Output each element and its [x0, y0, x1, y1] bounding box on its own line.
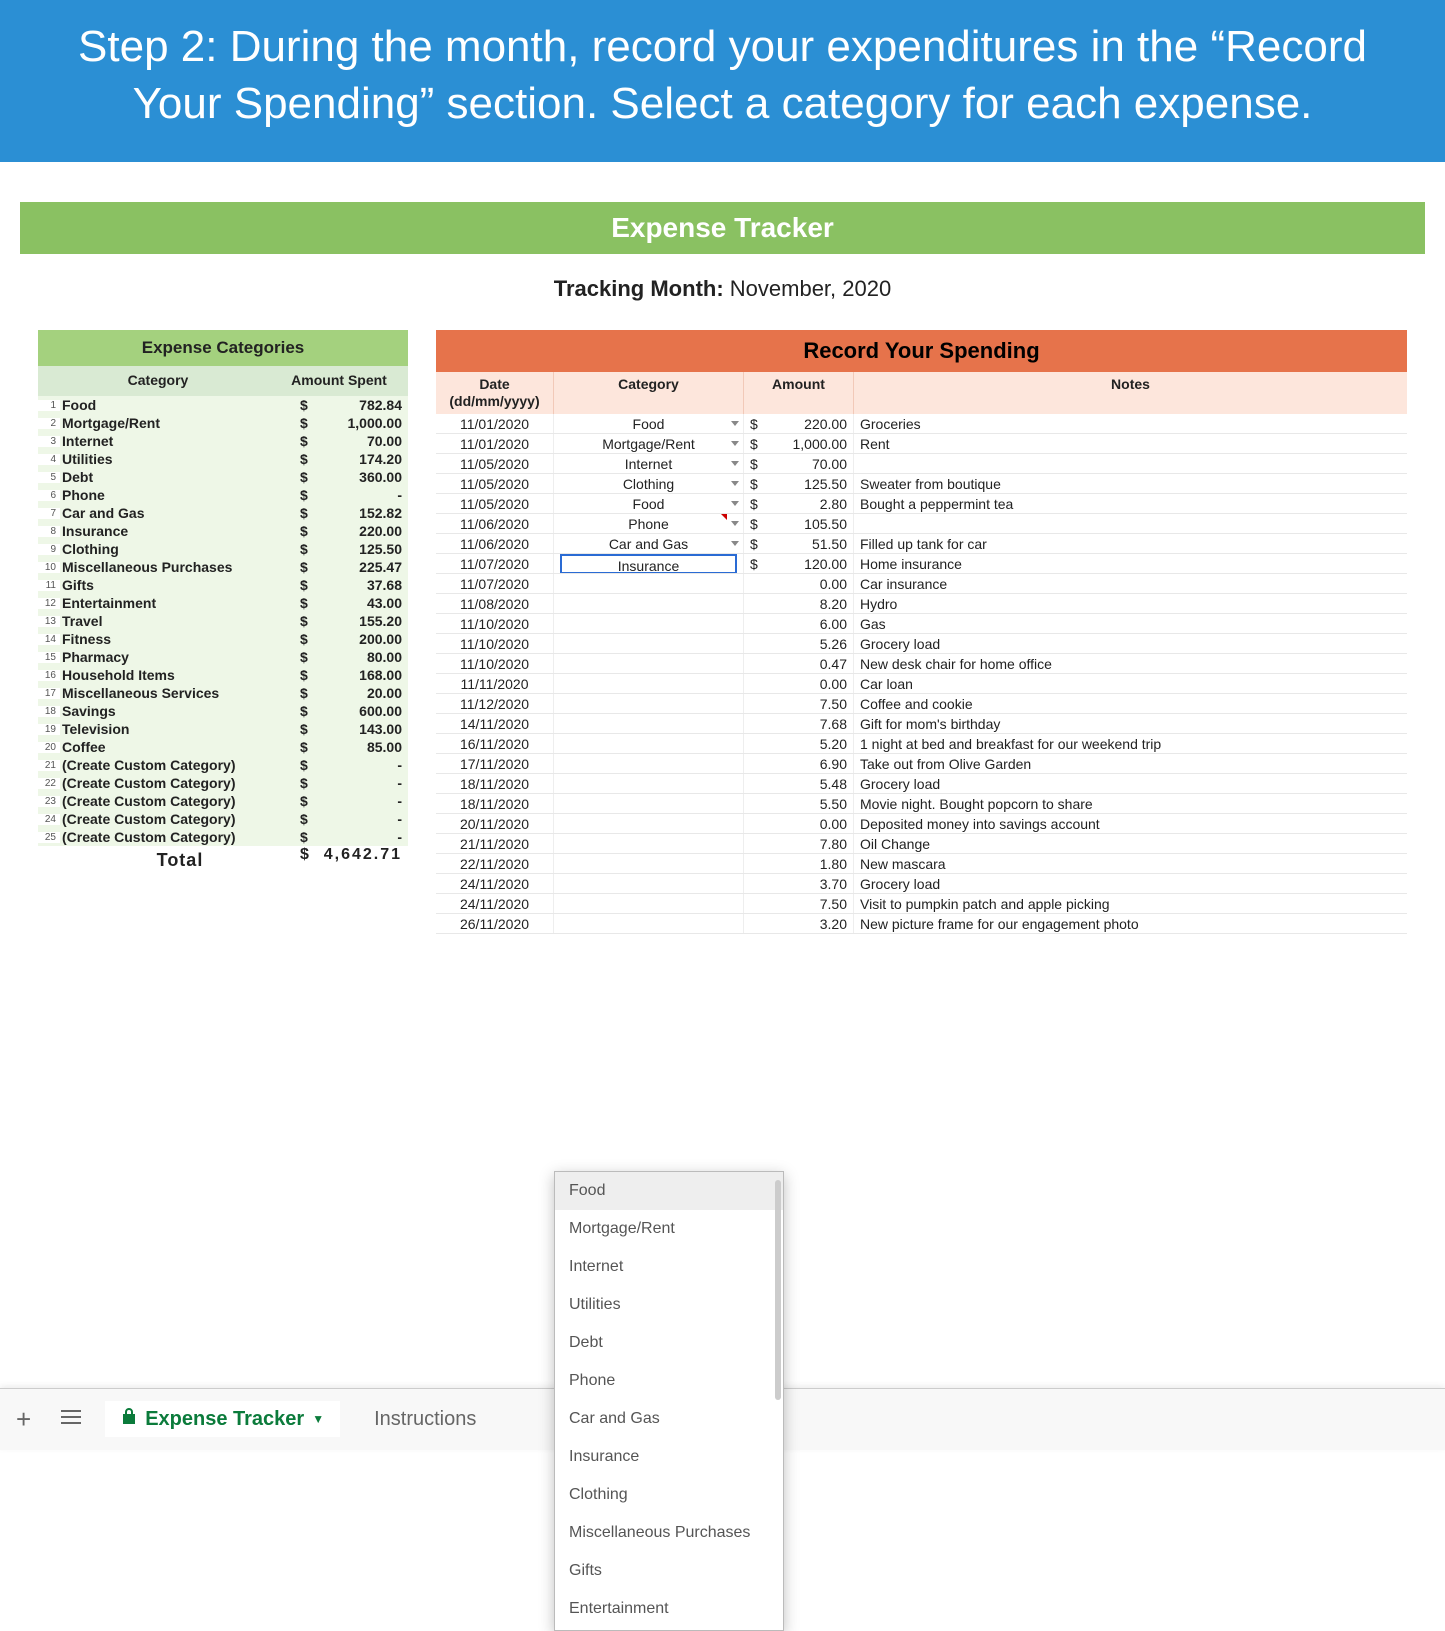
record-row[interactable]: 11/07/2020Insurance$120.00Home insurance	[436, 554, 1407, 574]
chevron-down-icon[interactable]	[731, 541, 739, 546]
record-row[interactable]: 11/10/20200.47New desk chair for home of…	[436, 654, 1407, 674]
record-row[interactable]: 14/11/20207.68Gift for mom's birthday	[436, 714, 1407, 734]
record-col-category: Category	[554, 372, 744, 414]
record-row[interactable]: 11/01/2020Mortgage/Rent$1,000.00Rent	[436, 434, 1407, 454]
tracker-title: Expense Tracker	[20, 202, 1425, 254]
dropdown-option[interactable]: Insurance	[555, 1438, 783, 1476]
category-cell-active[interactable]: Insurance	[560, 554, 737, 573]
record-row[interactable]: 11/05/2020Internet$70.00	[436, 454, 1407, 474]
category-row: 7Car and Gas$152.82	[38, 504, 408, 522]
category-row: 9Clothing$125.50	[38, 540, 408, 558]
dropdown-option[interactable]: Internet	[555, 1248, 783, 1286]
record-row[interactable]: 11/11/20200.00Car loan	[436, 674, 1407, 694]
category-row: 10Miscellaneous Purchases$225.47	[38, 558, 408, 576]
sheet-tab-label: Expense Tracker	[145, 1408, 304, 1431]
category-row: 25(Create Custom Category)$-	[38, 828, 408, 846]
dropdown-option[interactable]: Gifts	[555, 1552, 783, 1590]
category-row: 23(Create Custom Category)$-	[38, 792, 408, 810]
dropdown-option[interactable]: Miscellaneous Purchases	[555, 1514, 783, 1552]
chevron-down-icon[interactable]	[731, 521, 739, 526]
record-col-notes: Notes	[854, 372, 1407, 414]
expense-categories-panel: Expense Categories Category Amount Spent…	[38, 330, 408, 871]
category-row: 15Pharmacy$80.00	[38, 648, 408, 666]
category-row: 20Coffee$85.00	[38, 738, 408, 756]
record-row[interactable]: 21/11/20207.80Oil Change	[436, 834, 1407, 854]
total-label: Total	[60, 846, 300, 871]
tracking-month: Tracking Month: November, 2020	[20, 276, 1425, 302]
chevron-down-icon[interactable]	[731, 481, 739, 486]
scrollbar-thumb[interactable]	[775, 1180, 781, 1400]
category-row: 17Miscellaneous Services$20.00	[38, 684, 408, 702]
category-row: 2Mortgage/Rent$1,000.00	[38, 414, 408, 432]
category-row: 18Savings$600.00	[38, 702, 408, 720]
chevron-down-icon: ▼	[312, 1412, 324, 1426]
add-sheet-button[interactable]: +	[10, 1404, 37, 1435]
lock-icon	[121, 1407, 137, 1431]
category-row: 14Fitness$200.00	[38, 630, 408, 648]
record-row[interactable]: 11/12/20207.50Coffee and cookie	[436, 694, 1407, 714]
category-row: 22(Create Custom Category)$-	[38, 774, 408, 792]
record-row[interactable]: 24/11/20203.70Grocery load	[436, 874, 1407, 894]
dropdown-option[interactable]: Car and Gas	[555, 1400, 783, 1438]
chevron-down-icon[interactable]	[731, 461, 739, 466]
record-row[interactable]: 11/06/2020Car and Gas$51.50Filled up tan…	[436, 534, 1407, 554]
dropdown-option[interactable]: Food	[555, 1172, 783, 1210]
record-row[interactable]: 11/06/2020Phone$105.50	[436, 514, 1407, 534]
category-row: 16Household Items$168.00	[38, 666, 408, 684]
dropdown-option[interactable]: Utilities	[555, 1286, 783, 1324]
category-row: 19Television$143.00	[38, 720, 408, 738]
month-value: November, 2020	[730, 276, 891, 301]
category-row: 21(Create Custom Category)$-	[38, 756, 408, 774]
record-row[interactable]: 18/11/20205.48Grocery load	[436, 774, 1407, 794]
category-row: 12Entertainment$43.00	[38, 594, 408, 612]
chevron-down-icon[interactable]	[731, 421, 739, 426]
record-row[interactable]: 11/01/2020Food$220.00Groceries	[436, 414, 1407, 434]
record-col-date: Date (dd/mm/yyyy)	[436, 372, 554, 414]
category-dropdown[interactable]: FoodMortgage/RentInternetUtilitiesDebtPh…	[554, 1171, 784, 1631]
category-row: 6Phone$-	[38, 486, 408, 504]
category-row: 3Internet$70.00	[38, 432, 408, 450]
record-row[interactable]: 26/11/20203.20New picture frame for our …	[436, 914, 1407, 934]
record-spending-panel: Record Your Spending Date (dd/mm/yyyy) C…	[436, 330, 1407, 1394]
record-header: Record Your Spending	[436, 330, 1407, 372]
record-row[interactable]: 18/11/20205.50Movie night. Bought popcor…	[436, 794, 1407, 814]
record-row[interactable]: 24/11/20207.50Visit to pumpkin patch and…	[436, 894, 1407, 914]
dropdown-option[interactable]: Phone	[555, 1362, 783, 1400]
record-row[interactable]: 16/11/20205.201 night at bed and breakfa…	[436, 734, 1407, 754]
category-row: 11Gifts$37.68	[38, 576, 408, 594]
dropdown-option[interactable]: Mortgage/Rent	[555, 1210, 783, 1248]
category-row: 5Debt$360.00	[38, 468, 408, 486]
total-amount: 4,642.71	[318, 846, 408, 871]
category-row: 24(Create Custom Category)$-	[38, 810, 408, 828]
category-row: 8Insurance$220.00	[38, 522, 408, 540]
record-row[interactable]: 22/11/20201.80New mascara	[436, 854, 1407, 874]
record-row[interactable]: 11/10/20205.26Grocery load	[436, 634, 1407, 654]
record-row[interactable]: 20/11/20200.00Deposited money into savin…	[436, 814, 1407, 834]
categories-header: Expense Categories	[38, 330, 408, 366]
record-row[interactable]: 11/05/2020Food$2.80Bought a peppermint t…	[436, 494, 1407, 514]
instruction-banner: Step 2: During the month, record your ex…	[0, 0, 1445, 162]
dropdown-option[interactable]: Debt	[555, 1324, 783, 1362]
record-row[interactable]: 11/10/20206.00Gas	[436, 614, 1407, 634]
record-row[interactable]: 11/07/20200.00Car insurance	[436, 574, 1407, 594]
sheet-tab-active[interactable]: Expense Tracker ▼	[105, 1401, 340, 1437]
categories-col-amount: Amount Spent	[274, 372, 404, 388]
month-label: Tracking Month:	[554, 276, 724, 301]
record-row[interactable]: 11/05/2020Clothing$125.50Sweater from bo…	[436, 474, 1407, 494]
sheet-tab-instructions[interactable]: Instructions	[358, 1402, 492, 1437]
dropdown-option[interactable]: Entertainment	[555, 1590, 783, 1628]
chevron-down-icon[interactable]	[731, 501, 739, 506]
dropdown-option[interactable]: Clothing	[555, 1476, 783, 1514]
record-row[interactable]: 11/08/20208.20Hydro	[436, 594, 1407, 614]
all-sheets-button[interactable]	[55, 1404, 87, 1435]
comment-marker-icon	[721, 514, 727, 520]
chevron-down-icon[interactable]	[731, 441, 739, 446]
record-row[interactable]: 17/11/20206.90Take out from Olive Garden	[436, 754, 1407, 774]
category-row: 1Food$782.84	[38, 396, 408, 414]
category-row: 4Utilities$174.20	[38, 450, 408, 468]
category-row: 13Travel$155.20	[38, 612, 408, 630]
record-col-amount: Amount	[744, 372, 854, 414]
categories-col-category: Category	[42, 372, 274, 388]
